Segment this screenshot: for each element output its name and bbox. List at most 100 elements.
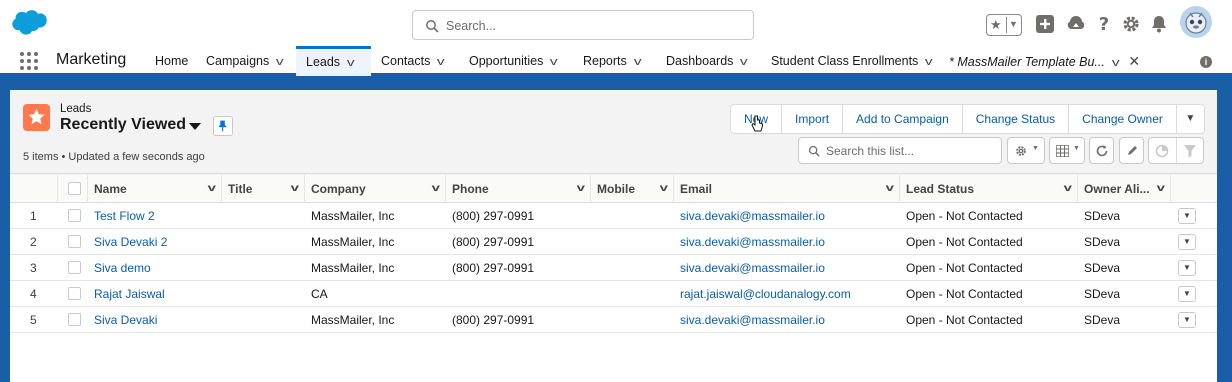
nav-item-massmailer-template[interactable]: * MassMailer Template Bu... v ✕ xyxy=(949,46,1140,76)
pencil-icon xyxy=(1128,146,1137,155)
nav-item-campaigns[interactable]: Campaigns v xyxy=(206,46,284,77)
more-actions-button[interactable]: ▼ xyxy=(1175,104,1205,134)
table-row: 2 Siva Devaki 2 MassMailer, Inc (800) 29… xyxy=(10,229,1217,255)
salesforce-logo[interactable] xyxy=(10,9,48,37)
favorites-button[interactable]: ★ ▼ xyxy=(986,14,1022,36)
chevron-down-icon[interactable]: v xyxy=(550,47,558,77)
inline-edit-button[interactable] xyxy=(1119,137,1144,164)
filter-icon[interactable] xyxy=(1183,144,1197,158)
chevron-down-icon[interactable]: v xyxy=(1112,48,1120,78)
lead-name-link[interactable]: Test Flow 2 xyxy=(94,203,155,229)
add-to-campaign-button[interactable]: Add to Campaign xyxy=(842,104,963,134)
row-actions-menu-button[interactable]: ▼ xyxy=(1178,234,1196,250)
global-search-input[interactable]: Search... xyxy=(412,10,754,40)
trailhead-icon[interactable] xyxy=(1065,13,1087,35)
nav-item-opportunities[interactable]: Opportunities v xyxy=(469,46,558,77)
chevron-down-icon[interactable]: v xyxy=(437,47,445,77)
row-actions-menu-button[interactable]: ▼ xyxy=(1178,286,1196,302)
lead-email-link[interactable]: siva.devaki@massmailer.io xyxy=(680,307,825,333)
chevron-down-icon[interactable]: v xyxy=(634,47,642,77)
list-view-picker-caret-icon[interactable] xyxy=(189,123,201,130)
lead-email-link[interactable]: siva.devaki@massmailer.io xyxy=(680,229,825,255)
chevron-down-icon[interactable]: v xyxy=(1064,175,1072,203)
page-scrollbar[interactable] xyxy=(1218,90,1232,382)
row-number: 3 xyxy=(30,261,37,275)
lead-name-link[interactable]: Rajat Jaiswal xyxy=(94,281,165,307)
nav-item-reports[interactable]: Reports v xyxy=(583,46,642,77)
list-settings-button[interactable]: ▼ xyxy=(1007,137,1045,164)
row-actions-menu-button[interactable]: ▼ xyxy=(1178,312,1196,328)
owner-alias: SDeva xyxy=(1084,287,1121,301)
column-header-phone[interactable]: Phone v xyxy=(446,175,591,203)
import-button[interactable]: Import xyxy=(781,104,844,134)
app-launcher-icon[interactable] xyxy=(20,52,38,70)
change-status-button[interactable]: Change Status xyxy=(961,104,1070,134)
info-icon[interactable]: i xyxy=(1200,56,1212,68)
list-view-title[interactable]: Recently Viewed xyxy=(60,116,186,134)
lead-phone[interactable]: (800) 297-0991 xyxy=(452,307,534,333)
chevron-down-icon[interactable]: v xyxy=(660,175,668,203)
chevron-down-icon[interactable]: v xyxy=(208,175,216,203)
row-number-header xyxy=(10,175,58,203)
chevron-down-icon[interactable]: v xyxy=(347,50,355,76)
lead-phone[interactable]: (800) 297-0991 xyxy=(452,203,534,229)
lead-name-link[interactable]: Siva demo xyxy=(94,255,151,281)
lead-name-link[interactable]: Siva Devaki 2 xyxy=(94,229,167,255)
chevron-down-icon[interactable]: v xyxy=(886,175,894,203)
nav-item-student-class-enrollments[interactable]: Student Class Enrollments v xyxy=(771,46,933,77)
row-actions-menu-button[interactable]: ▼ xyxy=(1178,208,1196,224)
nav-item-home[interactable]: Home xyxy=(155,46,188,76)
row-checkbox[interactable] xyxy=(68,261,81,274)
search-placeholder: Search... xyxy=(446,19,497,33)
change-owner-button[interactable]: Change Owner xyxy=(1068,104,1177,134)
chart-icon[interactable] xyxy=(1155,144,1169,158)
row-checkbox[interactable] xyxy=(68,209,81,222)
column-header-company[interactable]: Company v xyxy=(305,175,446,203)
chevron-down-icon[interactable]: v xyxy=(276,47,284,77)
lead-company: CA xyxy=(311,287,328,301)
column-header-name[interactable]: Name v xyxy=(88,175,222,203)
display-as-table-button[interactable]: ▼ xyxy=(1049,137,1085,164)
chevron-down-icon[interactable]: v xyxy=(291,175,299,203)
pin-list-view-button[interactable] xyxy=(213,116,233,136)
refresh-button[interactable] xyxy=(1089,137,1114,164)
row-actions-menu-button[interactable]: ▼ xyxy=(1178,260,1196,276)
lead-status: Open - Not Contacted xyxy=(906,287,1023,301)
nav-item-dashboards[interactable]: Dashboards v xyxy=(666,46,748,77)
table-icon xyxy=(1056,145,1069,157)
global-header: Search... ★ ▼ ? xyxy=(0,0,1232,46)
lead-company: MassMailer, Inc xyxy=(311,261,395,275)
chevron-down-icon[interactable]: v xyxy=(1157,175,1165,203)
close-icon[interactable]: ✕ xyxy=(1128,53,1140,69)
lead-status: Open - Not Contacted xyxy=(906,261,1023,275)
setup-gear-icon[interactable] xyxy=(1120,13,1142,35)
list-search-input[interactable]: Search this list... xyxy=(798,137,1002,164)
column-header-mobile[interactable]: Mobile v xyxy=(591,175,674,203)
notifications-bell-icon[interactable] xyxy=(1148,13,1170,35)
column-header-lead-status[interactable]: Lead Status v xyxy=(900,175,1078,203)
chevron-down-icon[interactable]: v xyxy=(432,175,440,203)
table-row: 5 Siva Devaki MassMailer, Inc (800) 297-… xyxy=(10,307,1217,333)
select-all-checkbox[interactable] xyxy=(68,182,81,195)
column-header-email[interactable]: Email v xyxy=(674,175,900,203)
row-checkbox[interactable] xyxy=(68,235,81,248)
lead-phone[interactable]: (800) 297-0991 xyxy=(452,229,534,255)
nav-item-leads[interactable]: Leads v xyxy=(296,46,371,76)
row-checkbox[interactable] xyxy=(68,287,81,300)
lead-email-link[interactable]: siva.devaki@massmailer.io xyxy=(680,203,825,229)
lead-email-link[interactable]: siva.devaki@massmailer.io xyxy=(680,255,825,281)
avatar[interactable] xyxy=(1180,6,1212,38)
column-header-owner-alias[interactable]: Owner Ali... v xyxy=(1078,175,1171,203)
chevron-down-icon[interactable]: v xyxy=(925,47,933,77)
lead-name-link[interactable]: Siva Devaki xyxy=(94,307,157,333)
help-icon[interactable]: ? xyxy=(1093,13,1115,35)
chevron-down-icon[interactable]: ▼ xyxy=(1009,19,1018,29)
add-icon[interactable] xyxy=(1034,13,1056,35)
column-header-title[interactable]: Title v xyxy=(222,175,305,203)
row-checkbox[interactable] xyxy=(68,313,81,326)
lead-email-link[interactable]: rajat.jaiswal@cloudanalogy.com xyxy=(680,281,851,307)
chevron-down-icon[interactable]: v xyxy=(577,175,585,203)
chevron-down-icon[interactable]: v xyxy=(740,47,748,77)
nav-item-contacts[interactable]: Contacts v xyxy=(381,46,445,77)
lead-phone[interactable]: (800) 297-0991 xyxy=(452,255,534,281)
